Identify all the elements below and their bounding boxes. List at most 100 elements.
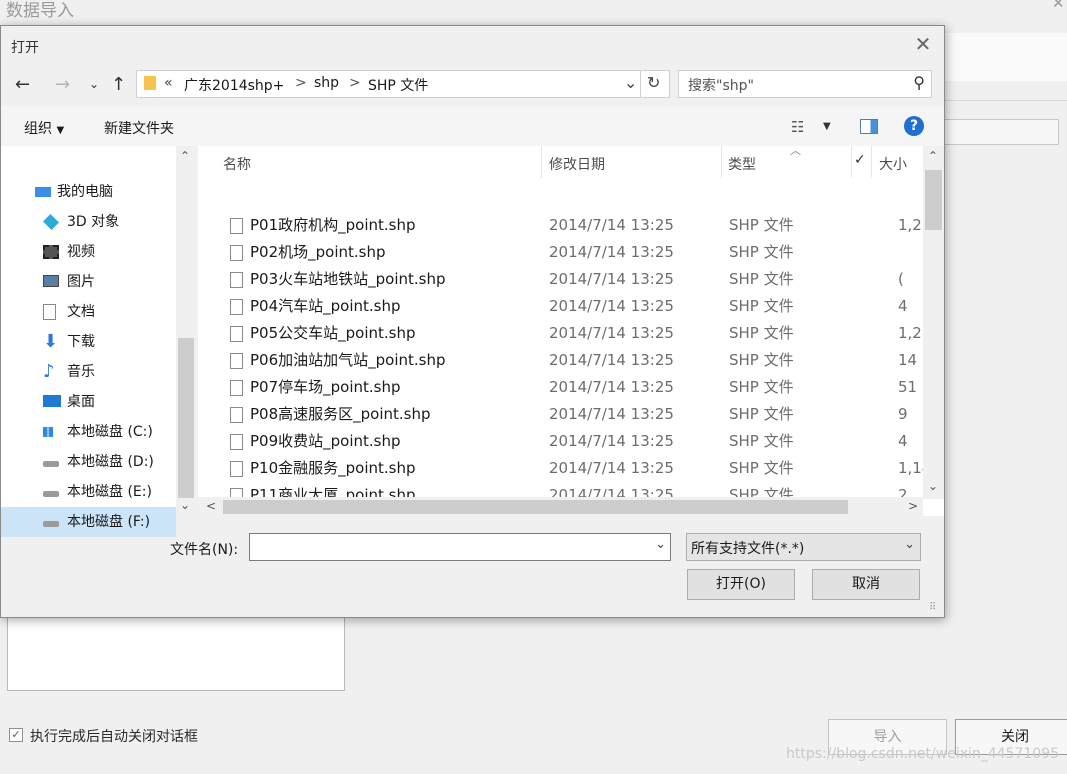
file-row[interactable]: P02机场_point.shp 2014/7/14 13:25 SHP 文件: [198, 239, 923, 266]
filename-input[interactable]: ⌄: [249, 533, 671, 561]
file-row[interactable]: P10金融服务_point.shp 2014/7/14 13:25 SHP 文件 1,…: [198, 455, 923, 482]
address-bar[interactable]: « 广东2014shp+ > shp > SHP 文件 ⌄ ↻: [136, 70, 670, 98]
help-icon[interactable]: ?: [904, 116, 924, 136]
file-date: 2014/7/14 13:25: [549, 243, 674, 261]
breadcrumb-item[interactable]: shp: [314, 75, 339, 91]
cancel-button[interactable]: 取消: [812, 569, 920, 600]
breadcrumb-item[interactable]: SHP 文件: [368, 75, 428, 95]
back-arrow-icon[interactable]: ←: [15, 74, 30, 95]
file-row[interactable]: P06加油站加气站_point.shp 2014/7/14 13:25 SHP 文件…: [198, 347, 923, 374]
nav-item-videos[interactable]: 视频: [1, 237, 176, 267]
file-row[interactable]: P03火车站地铁站_point.shp 2014/7/14 13:25 SHP 文件…: [198, 266, 923, 293]
breadcrumb-overflow[interactable]: «: [164, 75, 173, 91]
file-type: SHP 文件: [729, 486, 794, 497]
search-placeholder: 搜索"shp": [688, 78, 754, 94]
file-size: (: [898, 270, 904, 288]
film-icon: [43, 245, 59, 259]
dialog-title: 打开: [11, 40, 39, 56]
nav-item-3d-objects[interactable]: 3D 对象: [1, 207, 176, 237]
open-button[interactable]: 打开(O): [687, 569, 795, 600]
windows-drive-icon: [43, 427, 53, 437]
recent-locations-chevron-icon[interactable]: ⌄: [89, 77, 99, 91]
search-icon[interactable]: ⚲: [913, 73, 925, 92]
file-size: 4: [898, 432, 908, 450]
cube-icon: [43, 214, 59, 230]
background-close-icon[interactable]: ✕: [1052, 0, 1065, 12]
file-name: P05公交车站_point.shp: [250, 324, 416, 342]
resize-grip-icon[interactable]: ⠿: [929, 602, 936, 613]
up-arrow-icon[interactable]: ↑: [111, 74, 126, 95]
nav-item-desktop[interactable]: 桌面: [1, 387, 176, 417]
file-icon: [230, 434, 243, 450]
scroll-right-icon[interactable]: >: [908, 499, 918, 513]
nav-item-documents[interactable]: 文档: [1, 297, 176, 327]
nav-scroll-thumb[interactable]: [178, 338, 194, 498]
nav-scroll-up-icon[interactable]: ⌃: [180, 149, 190, 163]
scroll-left-icon[interactable]: <: [206, 499, 216, 513]
file-type: SHP 文件: [729, 297, 794, 315]
new-folder-button[interactable]: 新建文件夹: [104, 118, 174, 138]
nav-scroll-down-icon[interactable]: ⌄: [180, 498, 190, 512]
nav-item-downloads[interactable]: ⬇ 下载: [1, 327, 176, 357]
music-icon: ♪: [43, 361, 55, 382]
background-log-area[interactable]: [7, 616, 345, 691]
view-options-icon[interactable]: ☷: [791, 118, 804, 136]
file-date: 2014/7/14 13:25: [549, 324, 674, 342]
file-icon: [230, 326, 243, 342]
download-icon: ⬇: [43, 331, 59, 352]
file-icon: [230, 461, 243, 477]
auto-close-checkbox[interactable]: ✓: [9, 728, 23, 742]
file-type-value: 所有支持文件(*.*): [691, 541, 805, 557]
forward-arrow-icon[interactable]: →: [55, 74, 70, 95]
file-size: 9: [898, 405, 908, 423]
search-box[interactable]: 搜索"shp" ⚲: [678, 70, 932, 98]
file-row[interactable]: P09收费站_point.shp 2014/7/14 13:25 SHP 文件 4: [198, 428, 923, 455]
watermark: https://blog.csdn.net/weixin_44571095: [786, 746, 1060, 762]
file-type: SHP 文件: [729, 378, 794, 396]
dialog-close-icon[interactable]: ✕: [912, 32, 934, 56]
auto-close-label: 执行完成后自动关闭对话框: [30, 729, 198, 745]
nav-item-drive-e[interactable]: 本地磁盘 (E:): [1, 477, 176, 507]
breadcrumb-item[interactable]: 广东2014shp+: [184, 75, 284, 95]
horizontal-scroll-thumb[interactable]: [223, 500, 848, 514]
file-row[interactable]: P05公交车站_point.shp 2014/7/14 13:25 SHP 文件 1,…: [198, 320, 923, 347]
file-type: SHP 文件: [729, 405, 794, 423]
breadcrumb-separator: >: [349, 75, 361, 91]
file-row[interactable]: P07停车场_point.shp 2014/7/14 13:25 SHP 文件 51: [198, 374, 923, 401]
file-row[interactable]: P01政府机构_point.shp 2014/7/14 13:25 SHP 文件 1,…: [198, 212, 923, 239]
list-scroll-down-icon[interactable]: ⌄: [928, 479, 938, 493]
file-rows: P01政府机构_point.shp 2014/7/14 13:25 SHP 文件 1,…: [198, 146, 923, 497]
nav-item-music[interactable]: ♪ 音乐: [1, 357, 176, 387]
address-dropdown-chevron-icon[interactable]: ⌄: [624, 73, 637, 92]
file-row[interactable]: P08高速服务区_point.shp 2014/7/14 13:25 SHP 文件 9: [198, 401, 923, 428]
desktop-icon: [43, 395, 61, 407]
file-type: SHP 文件: [729, 351, 794, 369]
nav-item-drive-c[interactable]: 本地磁盘 (C:): [1, 417, 176, 447]
drive-icon: [43, 461, 59, 467]
file-type-select[interactable]: 所有支持文件(*.*) ⌄: [686, 533, 921, 561]
folder-icon: [144, 76, 156, 90]
breadcrumb-separator: >: [295, 75, 307, 91]
view-dropdown-icon[interactable]: ▼: [823, 121, 831, 132]
file-name: P11商业大厦_point.shp: [250, 486, 416, 497]
document-icon: [43, 304, 56, 320]
file-row[interactable]: P11商业大厦_point.shp 2014/7/14 13:25 SHP 文件 2.: [198, 482, 923, 497]
file-size: 14: [898, 351, 918, 369]
list-scroll-up-icon[interactable]: ⌃: [928, 149, 938, 163]
nav-item-drive-f[interactable]: 本地磁盘 (F:): [1, 507, 176, 537]
nav-item-this-pc[interactable]: 我的电脑: [1, 177, 176, 207]
background-input[interactable]: [944, 119, 1059, 145]
list-scroll-thumb[interactable]: [925, 170, 942, 230]
filename-dropdown-icon[interactable]: ⌄: [655, 537, 666, 552]
preview-pane-icon[interactable]: [860, 119, 878, 134]
file-row[interactable]: P04汽车站_point.shp 2014/7/14 13:25 SHP 文件 4: [198, 293, 923, 320]
nav-item-drive-d[interactable]: 本地磁盘 (D:): [1, 447, 176, 477]
address-divider: [640, 71, 641, 97]
nav-item-pictures[interactable]: 图片: [1, 267, 176, 297]
file-type: SHP 文件: [729, 243, 794, 261]
file-icon: [230, 488, 243, 497]
organize-menu[interactable]: 组织 ▼: [24, 118, 64, 138]
refresh-icon[interactable]: ↻: [647, 73, 660, 92]
file-date: 2014/7/14 13:25: [549, 486, 674, 497]
file-type: SHP 文件: [729, 216, 794, 234]
